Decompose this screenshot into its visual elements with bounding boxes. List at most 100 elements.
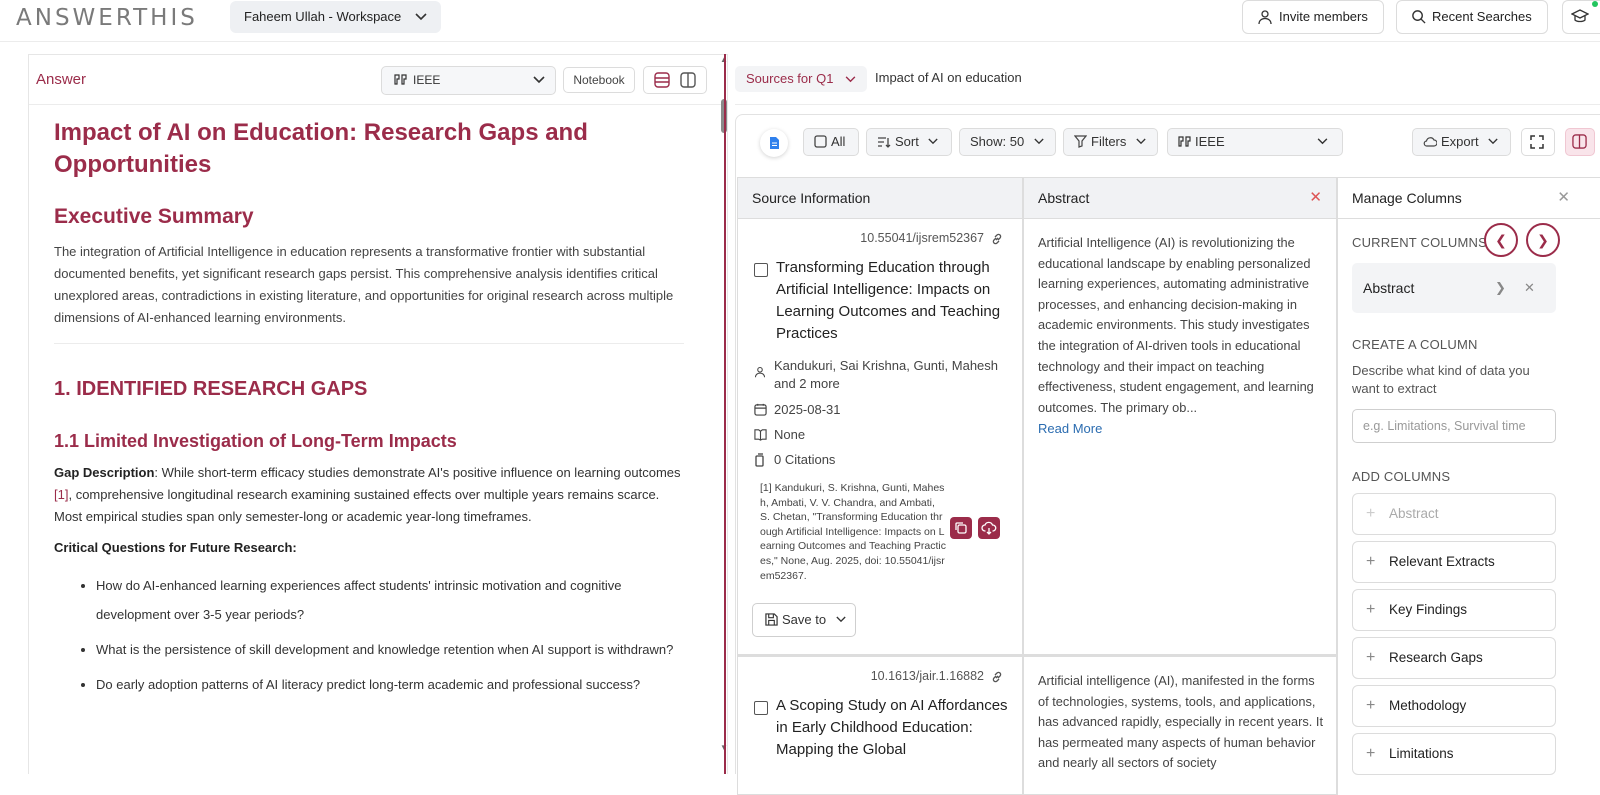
plus-icon: + — [1366, 649, 1376, 666]
date-text: 2025-08-31 — [774, 402, 841, 417]
add-column-key-findings[interactable]: + Key Findings — [1352, 589, 1556, 631]
add-column-methodology[interactable]: + Methodology — [1352, 685, 1556, 727]
critical-questions-heading: Critical Questions for Future Research: — [54, 540, 297, 555]
chevron-down-icon — [1034, 138, 1044, 145]
manage-columns-label: Manage Columns — [1352, 190, 1462, 206]
expand-icon — [1530, 134, 1544, 149]
document-icon[interactable] — [760, 129, 788, 157]
doi-link[interactable]: 10.55041/ijsrem52367 — [860, 231, 1004, 246]
research-gaps-heading: 1. IDENTIFIED RESEARCH GAPS — [54, 378, 368, 400]
list-item: Do early adoption patterns of AI literac… — [96, 670, 684, 699]
recent-label: Recent Searches — [1432, 9, 1532, 24]
header-divider — [735, 104, 1600, 105]
rows-layout-icon[interactable] — [654, 72, 670, 93]
doi-link[interactable]: 10.1613/jair.1.16882 — [871, 669, 1004, 684]
row-checkbox[interactable] — [754, 263, 768, 277]
manage-columns-panel: CURRENT COLUMNS ❮ ❯ Abstract ❯ ✕ CREATE … — [1337, 219, 1600, 795]
app-logo[interactable]: ANSWERTHIS — [16, 5, 198, 31]
add-column-label: Limitations — [1389, 746, 1454, 761]
save-citation-button[interactable] — [978, 517, 1000, 539]
next-button[interactable]: ❯ — [1526, 223, 1560, 257]
export-button[interactable]: Export — [1412, 128, 1511, 156]
previous-button[interactable]: ❮ — [1484, 223, 1518, 257]
chevron-down-icon — [1317, 129, 1332, 155]
column-header-abstract-label: Abstract — [1038, 190, 1090, 206]
create-column-input[interactable] — [1352, 409, 1556, 443]
expand-button[interactable] — [1521, 128, 1555, 156]
abstract-text: Artificial Intelligence (AI) is revoluti… — [1038, 235, 1314, 415]
citations-icon — [754, 453, 765, 470]
citation-style-value: IEEE — [413, 73, 441, 87]
save-to-button[interactable]: Save to — [752, 603, 856, 637]
workspace-selector[interactable]: Faheem Ullah - Workspace — [230, 1, 441, 33]
chevron-down-icon — [836, 616, 846, 623]
top-bar: ANSWERTHIS Faheem Ullah - Workspace Invi… — [0, 0, 1600, 42]
filters-label: Filters — [1091, 134, 1127, 149]
current-columns-heading: CURRENT COLUMNS — [1352, 235, 1487, 250]
gap-text-b: , comprehensive longitudinal research ex… — [54, 487, 660, 524]
section-divider — [54, 343, 684, 344]
add-column-research-gaps[interactable]: + Research Gaps — [1352, 637, 1556, 679]
sources-dropdown[interactable]: Sources for Q1 — [735, 66, 867, 92]
document-title: Impact of AI on Education: Research Gaps… — [54, 119, 588, 178]
read-more-link[interactable]: Read More — [1038, 421, 1102, 436]
split-view-icon — [1572, 134, 1587, 149]
formatted-citation: [1] Kandukuri, S. Krishna, Gunti, Mahesh… — [760, 482, 946, 582]
long-term-impacts-heading: 1.1 Limited Investigation of Long-Term I… — [54, 431, 457, 451]
add-column-relevant-extracts[interactable]: + Relevant Extracts — [1352, 541, 1556, 583]
create-column-description: Describe what kind of data you want to e… — [1352, 363, 1530, 396]
citation-link[interactable]: [1] — [54, 487, 68, 502]
answer-document: Impact of AI on Education: Research Gaps… — [54, 117, 684, 705]
layout-toggle[interactable] — [643, 66, 707, 94]
column-header-abstract: Abstract ✕ — [1023, 177, 1337, 219]
sources-table: Source Information Abstract ✕ Manage Col… — [736, 177, 1600, 795]
executive-summary-heading: Executive Summary — [54, 205, 254, 228]
questions-list: How do AI-enhanced learning experiences … — [54, 571, 684, 699]
close-icon[interactable]: ✕ — [1524, 263, 1535, 313]
select-all-button[interactable]: All — [803, 128, 859, 156]
chevron-down-icon — [928, 138, 939, 145]
table-row: 10.55041/ijsrem52367 Transforming Educat… — [737, 219, 1023, 655]
invite-members-button[interactable]: Invite members — [1242, 0, 1384, 34]
copy-citation-button[interactable] — [950, 517, 972, 539]
notebook-button[interactable]: Notebook — [563, 67, 635, 93]
columns-layout-icon[interactable] — [680, 72, 696, 93]
create-column-heading: CREATE A COLUMN — [1352, 337, 1478, 352]
add-column-label: Abstract — [1389, 506, 1439, 521]
paper-title[interactable]: Transforming Education through Artificia… — [776, 257, 1008, 345]
citation-style-select[interactable]: IEEE — [381, 66, 556, 95]
column-header-source: Source Information — [737, 177, 1023, 219]
column-header-manage: Manage Columns ✕ — [1337, 177, 1600, 219]
workspace-name: Faheem Ullah - Workspace — [244, 9, 402, 24]
add-column-limitations[interactable]: + Limitations — [1352, 733, 1556, 775]
chevron-down-icon — [1488, 138, 1498, 145]
chevron-down-icon — [533, 67, 545, 94]
citation-style-select[interactable]: IEEE — [1167, 128, 1343, 156]
quote-icon — [394, 74, 407, 85]
recent-searches-button[interactable]: Recent Searches — [1396, 0, 1548, 34]
add-column-label: Relevant Extracts — [1389, 554, 1495, 569]
gap-description: Gap Description: While short-term effica… — [54, 462, 684, 528]
close-icon[interactable]: ✕ — [1309, 178, 1322, 218]
abstract-cell: Artificial intelligence (AI), manifested… — [1023, 655, 1337, 795]
filter-icon — [1073, 135, 1088, 148]
split-view-button[interactable] — [1565, 128, 1595, 156]
add-columns-heading: ADD COLUMNS — [1352, 469, 1451, 484]
select-all-label: All — [831, 134, 846, 149]
chevron-down-icon — [845, 76, 856, 83]
link-icon — [992, 671, 1002, 682]
notification-dot — [1592, 1, 1598, 7]
chevron-right-icon[interactable]: ❯ — [1495, 263, 1506, 313]
invite-label: Invite members — [1279, 9, 1368, 24]
paper-title[interactable]: A Scoping Study on AI Affordances in Ear… — [776, 695, 1008, 761]
cloud-download-icon — [981, 521, 997, 535]
filters-button[interactable]: Filters — [1063, 128, 1158, 156]
plus-icon: + — [1366, 601, 1376, 618]
gap-label: Gap Description — [54, 465, 155, 480]
abstract-cell: Artificial Intelligence (AI) is revoluti… — [1023, 219, 1337, 655]
show-count-select[interactable]: Show: 50 — [959, 128, 1056, 156]
panel-resize-handle[interactable] — [724, 54, 726, 774]
row-checkbox[interactable] — [754, 701, 768, 715]
sort-button[interactable]: Sort — [866, 128, 952, 156]
close-icon[interactable]: ✕ — [1557, 178, 1570, 218]
